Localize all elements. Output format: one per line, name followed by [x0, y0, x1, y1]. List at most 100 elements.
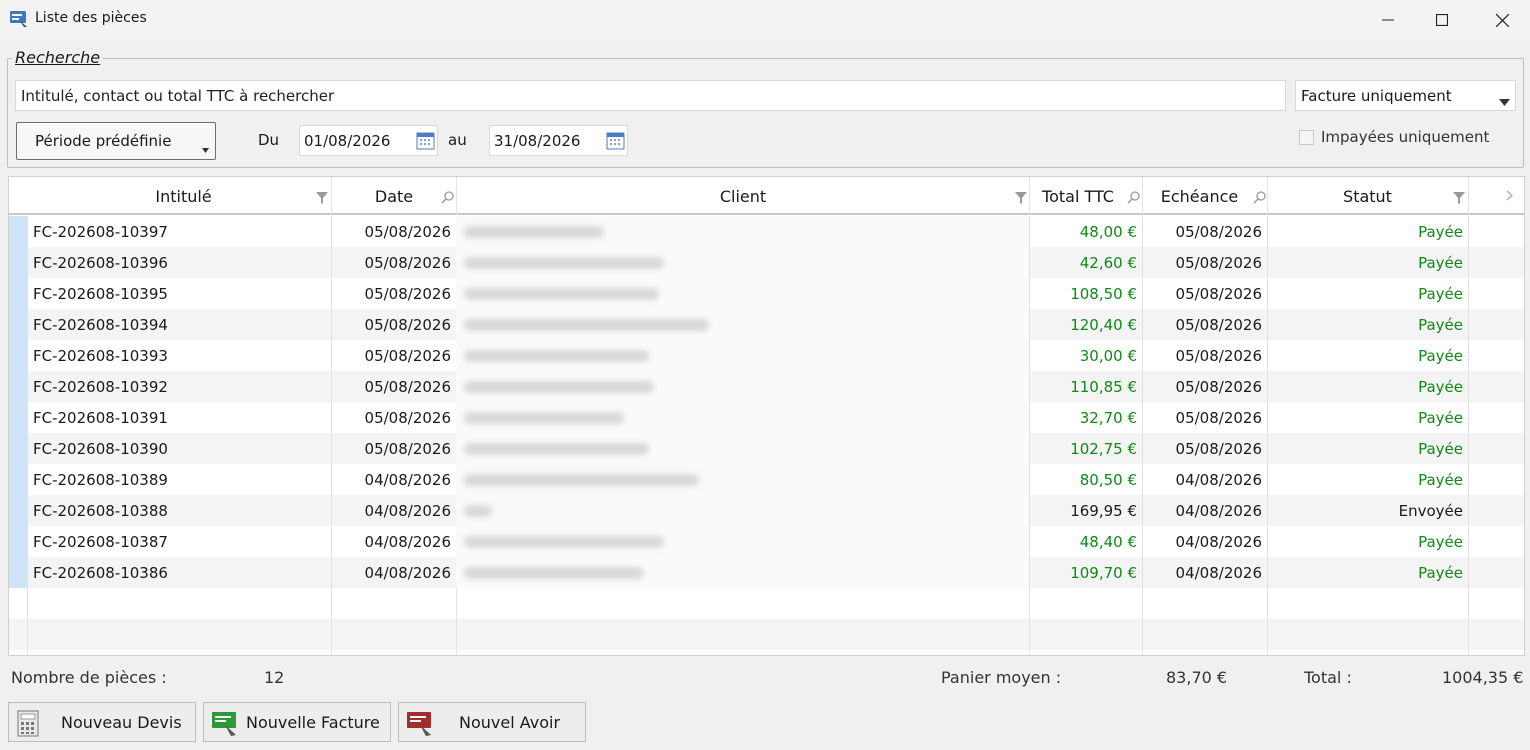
row-indicator	[9, 557, 27, 588]
predefined-period-button[interactable]: Période prédéfinie	[16, 122, 216, 160]
invoice-icon	[210, 709, 240, 741]
cell-due-date: 04/08/2026	[1175, 532, 1262, 551]
row-indicator	[9, 526, 27, 557]
chevron-down-icon	[202, 139, 209, 157]
search-icon[interactable]	[1127, 190, 1140, 208]
document-type-select[interactable]: Facture uniquement	[1295, 80, 1516, 111]
cell-date: 05/08/2026	[364, 408, 451, 427]
cell-title: FC-202608-10392	[33, 377, 168, 396]
new-invoice-button[interactable]: Nouvelle Facture	[203, 702, 391, 742]
cell-date: 05/08/2026	[364, 346, 451, 365]
column-header-label: Total TTC	[1042, 186, 1114, 206]
cell-due-date: 05/08/2026	[1175, 222, 1262, 241]
calendar-icon[interactable]	[416, 131, 435, 154]
filter-icon[interactable]	[316, 190, 328, 208]
cell-status: Payée	[1418, 377, 1463, 396]
to-label: au	[448, 131, 467, 149]
minimize-button[interactable]	[1360, 0, 1416, 40]
cell-total: 120,40 €	[1070, 315, 1137, 334]
cell-title: FC-202608-10397	[33, 222, 168, 241]
maximize-button[interactable]	[1414, 0, 1470, 40]
column-header-label: Client	[719, 186, 767, 206]
cell-title: FC-202608-10394	[33, 315, 168, 334]
average-basket-value: 83,70 €	[1166, 668, 1228, 687]
filter-icon[interactable]	[1015, 190, 1027, 208]
column-header-client[interactable]: Client	[457, 177, 1029, 215]
cell-total: 169,95 €	[1070, 501, 1137, 520]
cell-status: Payée	[1418, 284, 1463, 303]
table-row	[9, 619, 1524, 650]
close-button[interactable]	[1474, 0, 1530, 40]
cell-date: 04/08/2026	[364, 563, 451, 582]
cell-status: Envoyée	[1398, 501, 1463, 520]
cell-date: 05/08/2026	[364, 377, 451, 396]
filter-icon[interactable]	[1453, 190, 1465, 208]
total-label: Total :	[1304, 668, 1352, 687]
cell-total: 48,00 €	[1079, 222, 1137, 241]
predefined-period-label: Période prédéfinie	[35, 132, 172, 150]
row-indicator	[9, 588, 27, 619]
app-icon	[9, 9, 29, 29]
cell-date: 05/08/2026	[364, 253, 451, 272]
row-indicator	[9, 278, 27, 309]
window-title: Liste des pièces	[35, 10, 147, 26]
search-input[interactable]: Intitulé, contact ou total TTC à recherc…	[15, 80, 1286, 111]
cell-status: Payée	[1418, 346, 1463, 365]
column-header-label: Statut	[1343, 186, 1392, 206]
cell-total: 102,75 €	[1070, 439, 1137, 458]
column-header-due-date[interactable]: Echéance	[1142, 177, 1267, 215]
search-icon[interactable]	[1253, 190, 1266, 208]
count-label: Nombre de pièces :	[11, 668, 167, 687]
unpaid-only-label: Impayées uniquement	[1321, 128, 1490, 146]
new-quote-button[interactable]: Nouveau Devis	[8, 702, 196, 742]
from-label: Du	[258, 131, 280, 149]
cell-title: FC-202608-10390	[33, 439, 168, 458]
cell-date: 04/08/2026	[364, 501, 451, 520]
cell-status: Payée	[1418, 439, 1463, 458]
cell-title: FC-202608-10389	[33, 470, 168, 489]
cell-due-date: 05/08/2026	[1175, 253, 1262, 272]
cell-due-date: 05/08/2026	[1175, 439, 1262, 458]
cell-total: 110,85 €	[1070, 377, 1137, 396]
cell-due-date: 05/08/2026	[1175, 408, 1262, 427]
row-indicator	[9, 247, 27, 278]
cell-date: 04/08/2026	[364, 532, 451, 551]
document-type-value: Facture uniquement	[1301, 86, 1452, 105]
cell-title: FC-202608-10395	[33, 284, 168, 303]
search-icon[interactable]	[441, 190, 454, 208]
cell-due-date: 04/08/2026	[1175, 563, 1262, 582]
cell-total: 80,50 €	[1079, 470, 1137, 489]
cell-date: 05/08/2026	[364, 284, 451, 303]
column-header-status[interactable]: Statut	[1267, 177, 1468, 215]
column-header-date[interactable]: Date	[332, 177, 456, 215]
cell-total: 42,60 €	[1079, 253, 1137, 272]
cell-total: 30,00 €	[1079, 346, 1137, 365]
title-bar: Liste des pièces	[0, 0, 1530, 40]
calendar-icon[interactable]	[606, 131, 625, 154]
cell-total: 108,50 €	[1070, 284, 1137, 303]
cell-total: 48,40 €	[1079, 532, 1137, 551]
maximize-icon	[1436, 14, 1448, 26]
cell-date: 05/08/2026	[364, 222, 451, 241]
unpaid-only-checkbox[interactable]	[1299, 130, 1314, 145]
cell-status: Payée	[1418, 253, 1463, 272]
from-date-field[interactable]: 01/08/2026	[299, 125, 438, 156]
row-indicator	[9, 371, 27, 402]
row-indicator	[9, 340, 27, 371]
row-indicator	[9, 464, 27, 495]
to-date-field[interactable]: 31/08/2026	[489, 125, 628, 156]
column-header-title[interactable]: Intitulé	[27, 177, 340, 215]
cell-status: Payée	[1418, 222, 1463, 241]
row-indicator	[9, 495, 27, 526]
search-placeholder: Intitulé, contact ou total TTC à recherc…	[21, 86, 335, 105]
client-column-blurred	[456, 216, 1029, 588]
cell-title: FC-202608-10396	[33, 253, 168, 272]
cell-title: FC-202608-10391	[33, 408, 168, 427]
cell-due-date: 04/08/2026	[1175, 501, 1262, 520]
new-credit-note-button[interactable]: Nouvel Avoir	[398, 702, 586, 742]
search-group	[7, 58, 1524, 168]
cell-date: 05/08/2026	[364, 315, 451, 334]
search-group-legend: Recherche	[12, 48, 104, 67]
chevron-right-icon[interactable]	[1506, 187, 1513, 205]
column-header-total[interactable]: Total TTC	[1029, 177, 1141, 215]
